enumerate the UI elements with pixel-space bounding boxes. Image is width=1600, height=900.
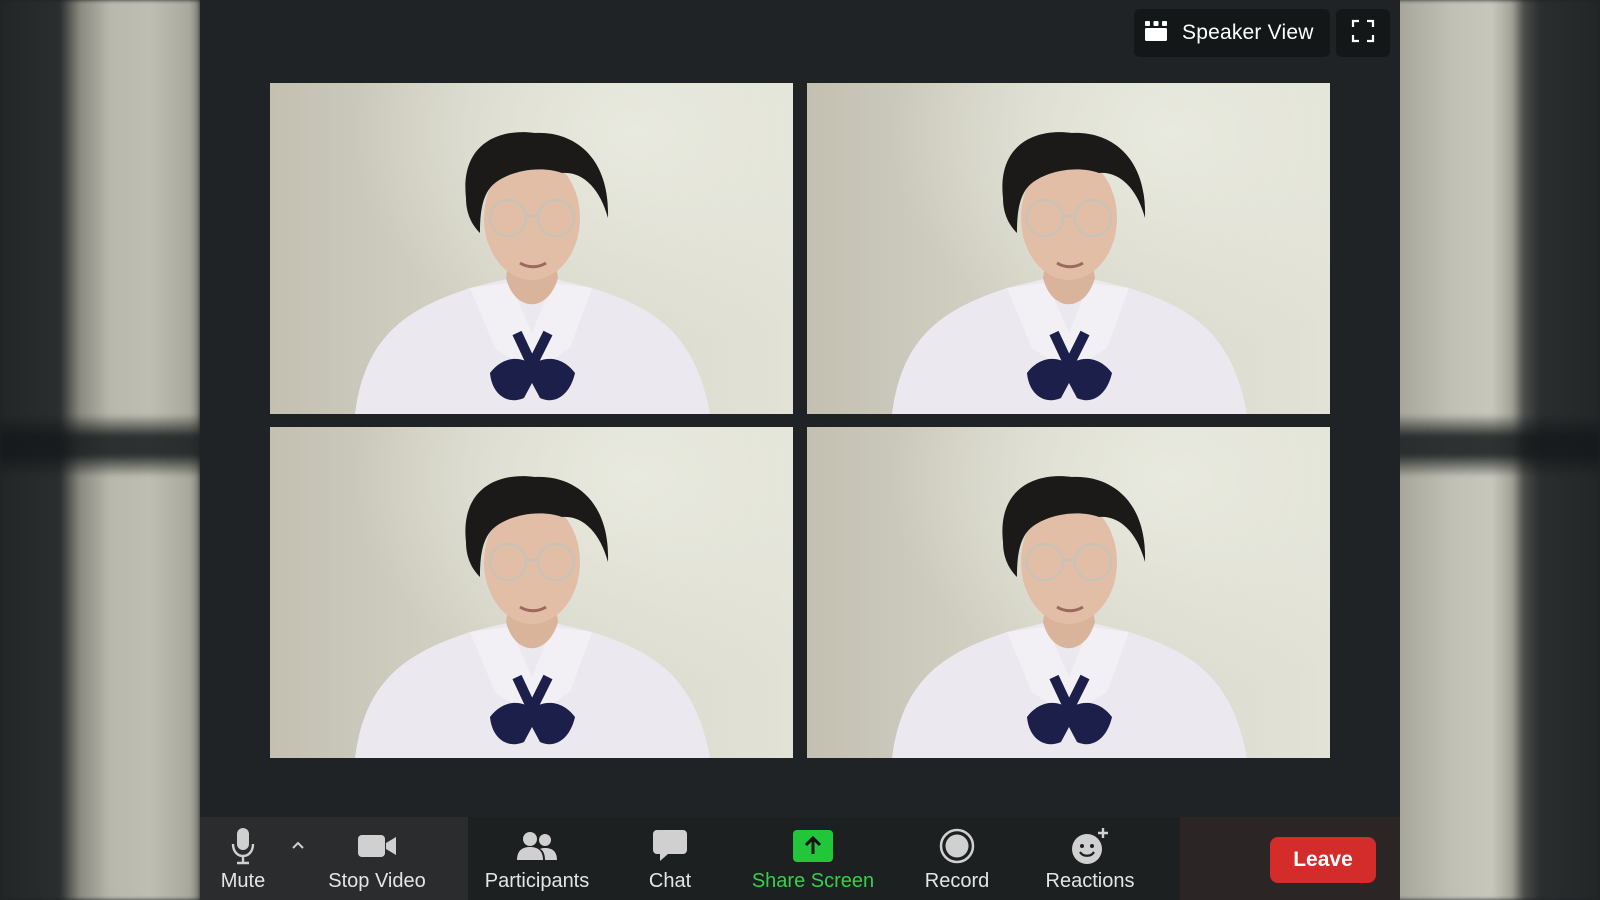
reactions-label: Reactions [1045,870,1135,892]
record-label: Record [924,870,990,892]
speaker-view-button[interactable]: Speaker View [1134,9,1330,57]
fullscreen-icon [1351,19,1375,48]
record-button[interactable]: Record [912,817,1002,900]
chat-button[interactable]: Chat [630,817,710,900]
blurred-background-left [0,0,200,900]
video-tile[interactable] [807,83,1330,414]
chat-bubble-icon [652,826,688,866]
video-tile[interactable] [807,427,1330,758]
audio-options-chevron-up-icon[interactable] [288,835,308,855]
meeting-toolbar: Mute Stop Video Participants Chat Share … [200,817,1400,900]
chat-label: Chat [648,870,692,892]
stop-video-label: Stop Video [328,870,426,892]
gallery-grid [270,83,1330,758]
microphone-icon [230,826,256,866]
participant-video [355,132,710,414]
mute-label: Mute [220,870,266,892]
participant-video [355,476,710,758]
reactions-button[interactable]: Reactions [1035,817,1145,900]
participant-video [892,476,1247,758]
participants-icon [516,826,558,866]
mute-button[interactable]: Mute [208,817,278,900]
meeting-window: Speaker View Mute Stop Video Participant… [200,0,1400,900]
blurred-background-right [1372,0,1600,900]
participant-video [892,132,1247,414]
grid-icon [1144,20,1168,47]
video-tile[interactable] [270,427,793,758]
video-camera-icon [357,826,397,866]
participants-label: Participants [484,870,590,892]
video-tile[interactable] [270,83,793,414]
participants-button[interactable]: Participants [475,817,599,900]
record-icon [939,826,975,866]
leave-button[interactable]: Leave [1270,837,1376,883]
smiley-add-icon [1070,826,1110,866]
share-screen-button[interactable]: Share Screen [745,817,881,900]
share-screen-label: Share Screen [751,870,875,892]
stop-video-button[interactable]: Stop Video [312,817,442,900]
speaker-view-label: Speaker View [1182,21,1314,44]
fullscreen-button[interactable] [1336,9,1390,57]
share-screen-arrow-up-icon [793,826,833,866]
